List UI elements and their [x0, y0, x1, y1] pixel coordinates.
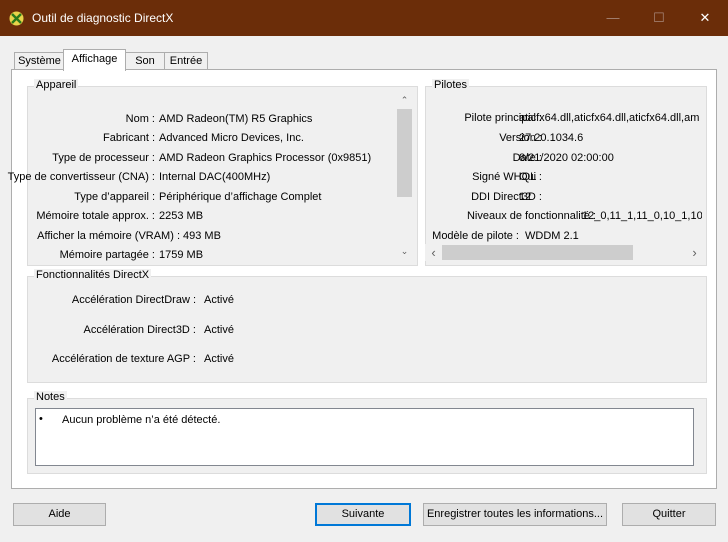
window-title: Outil de diagnostic DirectX	[32, 11, 174, 25]
directx-features-title: Fonctionnalités DirectX	[34, 269, 152, 281]
device-shared-memory-label: Mémoire partagée :	[59, 249, 155, 261]
device-shared-memory-value: 1759 MB	[159, 249, 204, 261]
device-scrollbar-thumb[interactable]	[397, 109, 412, 197]
scroll-right-arrow-icon[interactable]: ›	[686, 244, 703, 261]
device-vertical-scrollbar[interactable]: ⌃ ⌄	[396, 92, 413, 260]
scroll-down-arrow-icon[interactable]: ⌄	[396, 243, 413, 260]
tab-son[interactable]: Son	[124, 52, 166, 70]
driver-version-value: 27.20.1034.6	[519, 132, 584, 144]
driver-model-label: Modèle de pilote :	[432, 230, 519, 242]
driver-main-value: aticfx64.dll,aticfx64.dll,aticfx64.dll,a…	[519, 112, 700, 124]
device-dac-value: Internal DAC(400MHz)	[159, 171, 271, 183]
device-total-memory-label: Mémoire totale approx. :	[36, 210, 155, 222]
device-manufacturer-value: Advanced Micro Devices, Inc.	[159, 132, 304, 144]
notes-title: Notes	[34, 391, 67, 403]
maximize-button[interactable]: ☐	[636, 0, 682, 36]
directdraw-value: Activé	[204, 294, 234, 306]
driver-model-value: WDDM 2.1	[525, 230, 579, 242]
device-type-value: Périphérique d’affichage Complet	[159, 191, 322, 203]
driver-ddi-label: DDI Direct3D :	[471, 191, 542, 203]
minimize-button[interactable]: —	[590, 0, 636, 36]
device-total-memory-value: 2253 MB	[159, 210, 204, 222]
next-page-button[interactable]: Suivante	[315, 503, 411, 526]
scroll-up-arrow-icon[interactable]: ⌃	[396, 92, 413, 109]
device-name-label: Nom :	[125, 113, 155, 125]
driver-whql-value: Oui	[519, 171, 537, 183]
tab-affichage[interactable]: Affichage	[63, 49, 126, 71]
notes-bullet: •	[39, 413, 43, 425]
drivers-list: Pilote principal : aticfx64.dll,aticfx64…	[428, 100, 702, 244]
device-manufacturer-label: Fabricant :	[103, 132, 155, 144]
close-button[interactable]: ✕	[682, 0, 728, 36]
driver-ddi-value: 12	[519, 191, 532, 203]
tab-entree[interactable]: Entrée	[164, 52, 208, 70]
direct3d-label: Accélération Direct3D :	[83, 324, 197, 336]
agp-texture-value: Activé	[204, 353, 234, 365]
device-group-title: Appareil	[34, 79, 79, 91]
driver-date-value: 8/21/2020 02:00:00	[519, 152, 614, 164]
scroll-left-arrow-icon[interactable]: ‹	[425, 244, 442, 261]
drivers-scrollbar-thumb[interactable]	[442, 245, 633, 260]
device-name-value: AMD Radeon(TM) R5 Graphics	[159, 113, 313, 125]
title-bar: Outil de diagnostic DirectX — ☐ ✕	[0, 0, 728, 36]
device-vram-value: 493 MB	[183, 230, 221, 242]
driver-feature-levels-value: 12_0,11_1,11_0,10_1,10	[582, 210, 702, 222]
directx-app-icon	[9, 11, 24, 26]
drivers-group-title: Pilotes	[432, 79, 470, 91]
tab-systeme[interactable]: Système	[14, 52, 65, 70]
drivers-horizontal-scrollbar[interactable]: ‹ ›	[425, 244, 703, 261]
notes-textbox[interactable]: • Aucun problème n’a été détecté.	[35, 408, 694, 466]
agp-texture-label: Accélération de texture AGP :	[51, 353, 196, 365]
device-dac-label: Type de convertisseur (CNA) :	[7, 171, 155, 183]
device-processor-value: AMD Radeon Graphics Processor (0x9851)	[159, 152, 372, 164]
device-vram-label: Afficher la mémoire (VRAM) :	[37, 230, 180, 242]
device-processor-label: Type de processeur :	[52, 152, 155, 164]
notes-text: Aucun problème n’a été détecté.	[62, 414, 221, 426]
directdraw-label: Accélération DirectDraw :	[71, 294, 196, 306]
save-all-information-button[interactable]: Enregistrer toutes les informations...	[423, 503, 607, 526]
driver-feature-levels-label: Niveaux de fonctionnalité :	[466, 210, 596, 222]
device-type-label: Type d’appareil :	[74, 191, 155, 203]
direct3d-value: Activé	[204, 324, 234, 336]
help-button[interactable]: Aide	[13, 503, 106, 526]
quit-button[interactable]: Quitter	[622, 503, 716, 526]
